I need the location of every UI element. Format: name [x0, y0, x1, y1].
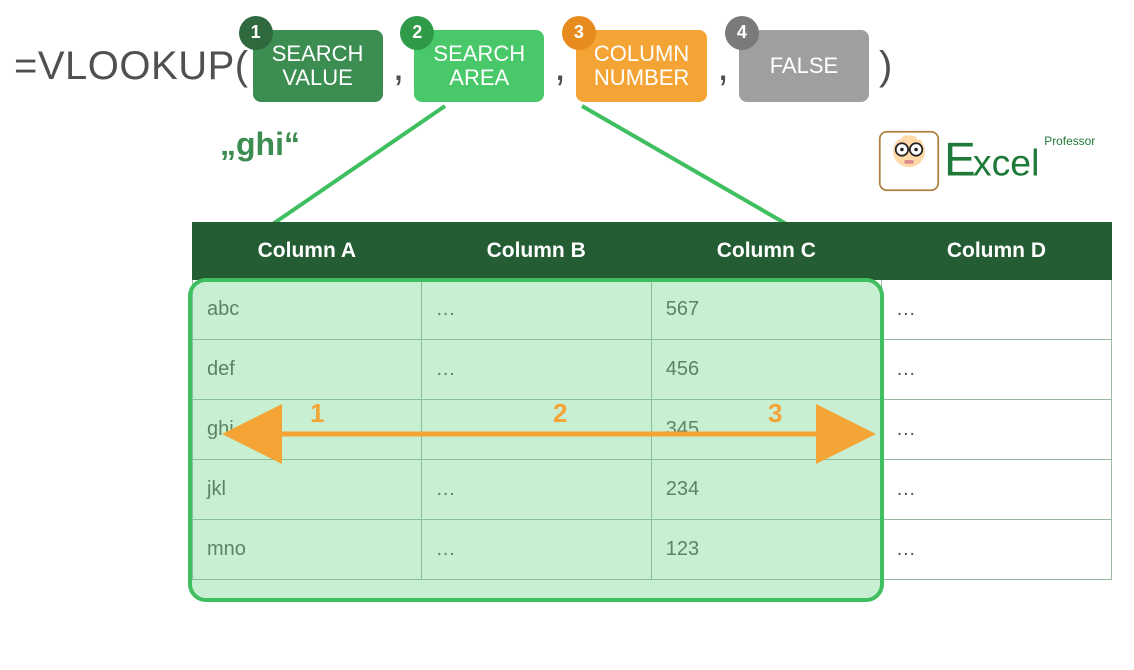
formula-prefix: =VLOOKUP( [14, 44, 249, 89]
formula-suffix: ) [879, 44, 892, 89]
example-table: Column A Column B Column C Column D abc … [192, 222, 1112, 580]
table-row: mno … 123 … [193, 520, 1112, 580]
table-header-row: Column A Column B Column C Column D [193, 223, 1112, 280]
professor-excel-logo: E xcel Professor [878, 126, 1114, 196]
badge-1: 1 [239, 16, 273, 50]
arg-search-area: 2 SEARCH AREA [414, 30, 544, 102]
table-row: def … 456 … [193, 340, 1112, 400]
col-header: Column B [421, 223, 651, 280]
comma-icon: , [717, 42, 729, 90]
table-row: abc … 567 … [193, 280, 1112, 340]
svg-text:xcel: xcel [973, 141, 1040, 183]
svg-text:E: E [944, 133, 976, 186]
arg-search-value: 1 SEARCH VALUE [253, 30, 383, 102]
comma-icon: , [393, 42, 405, 90]
col-header: Column A [193, 223, 422, 280]
professor-face-icon [878, 126, 940, 196]
badge-4: 4 [725, 16, 759, 50]
arg-false: 4 FALSE [739, 30, 869, 102]
col-index-2: 2 [553, 398, 567, 429]
logo-professor-word: Professor [1044, 134, 1095, 148]
col-header: Column D [881, 223, 1111, 280]
col-index-1: 1 [310, 398, 324, 429]
col-index-3: 3 [768, 398, 782, 429]
vlookup-formula: =VLOOKUP( 1 SEARCH VALUE , 2 SEARCH AREA… [14, 30, 892, 102]
excel-wordmark-icon: E xcel Professor [944, 126, 1114, 196]
table-row: jkl … 234 … [193, 460, 1112, 520]
badge-3: 3 [562, 16, 596, 50]
arg-column-number: 3 COLUMN NUMBER [576, 30, 707, 102]
table-row-match: ghi … 345 … [193, 400, 1112, 460]
badge-2: 2 [400, 16, 434, 50]
col-header: Column C [651, 223, 881, 280]
comma-icon: , [554, 42, 566, 90]
search-value-literal: „ghi“ [220, 126, 300, 163]
